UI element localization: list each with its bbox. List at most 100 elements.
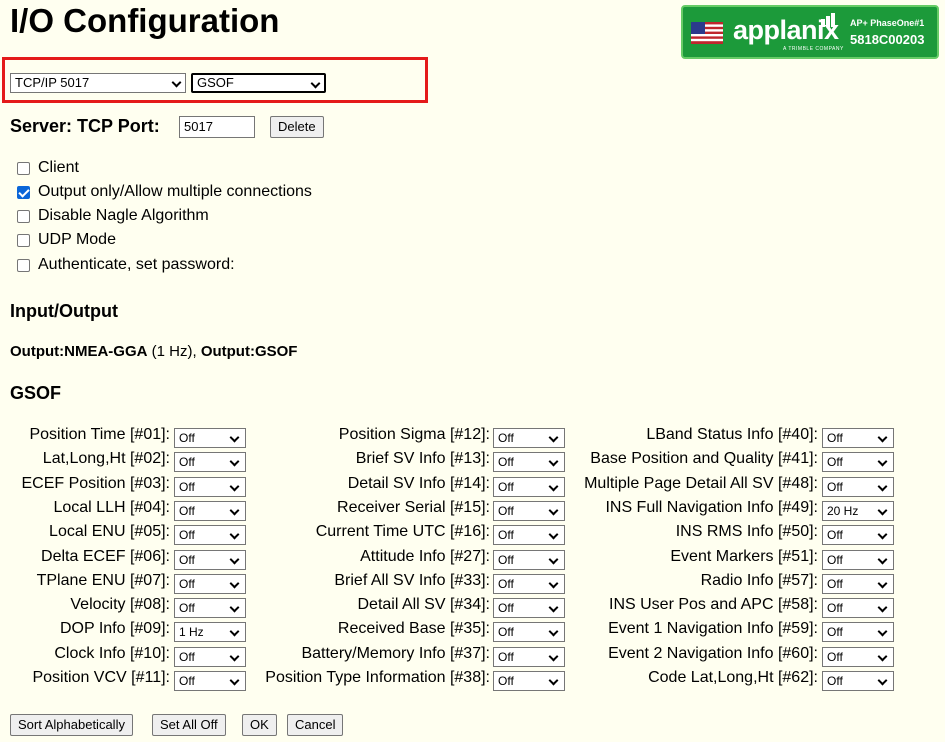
gsof-rate-select[interactable]: Off xyxy=(174,598,246,618)
gsof-rate-select[interactable]: Off xyxy=(822,647,894,667)
gsof-field-label: Base Position and Quality [#41]: xyxy=(590,450,818,467)
disable-nagle-checkbox[interactable] xyxy=(17,209,30,223)
udp-mode-checkbox[interactable] xyxy=(17,233,30,247)
option-authenticate[interactable]: Authenticate, set password: xyxy=(17,256,235,274)
option-label: Output only/Allow multiple connections xyxy=(38,183,312,200)
gsof-field-label: Event 1 Navigation Info [#59]: xyxy=(608,620,818,637)
brand-tagline: A TRIMBLE COMPANY xyxy=(783,46,844,52)
option-client[interactable]: Client xyxy=(17,159,79,177)
gsof-rate-select[interactable]: Off xyxy=(174,647,246,667)
gsof-rate-select[interactable]: Off xyxy=(822,452,894,472)
authenticate-checkbox[interactable] xyxy=(17,258,30,272)
gsof-rate-select[interactable]: Off xyxy=(822,428,894,448)
option-label: Client xyxy=(38,159,79,176)
gsof-field-label: Radio Info [#57]: xyxy=(700,572,818,589)
gsof-field-label: Event Markers [#51]: xyxy=(670,548,818,565)
gsof-rate-select[interactable]: Off xyxy=(493,574,565,594)
device-serial: 5818C00203 xyxy=(850,32,925,47)
gsof-rate-select[interactable]: Off xyxy=(822,477,894,497)
gsof-field-label: Brief SV Info [#13]: xyxy=(355,450,490,467)
gsof-rate-select[interactable]: 20 Hz xyxy=(822,501,894,521)
option-label: Disable Nagle Algorithm xyxy=(38,207,209,224)
gsof-field-label: INS Full Navigation Info [#49]: xyxy=(605,499,818,516)
gsof-rate-select[interactable]: Off xyxy=(822,622,894,642)
gsof-rate-select[interactable]: Off xyxy=(822,574,894,594)
gsof-field-label: Attitude Info [#27]: xyxy=(360,548,490,565)
gsof-field-label: DOP Info [#09]: xyxy=(60,620,170,637)
port-select[interactable]: TCP/IP 5017 xyxy=(10,73,186,93)
server-port-label: Server: TCP Port: xyxy=(10,116,160,136)
gsof-field-label: Delta ECEF [#06]: xyxy=(41,548,170,565)
gsof-field-label: Position Time [#01]: xyxy=(29,426,170,443)
protocol-select[interactable]: GSOF xyxy=(191,73,326,93)
gsof-field-label: Lat,Long,Ht [#02]: xyxy=(42,450,170,467)
gsof-rate-select[interactable]: Off xyxy=(493,598,565,618)
applanix-logo: applanix A TRIMBLE COMPANY AP+ PhaseOne#… xyxy=(681,5,939,59)
gsof-rate-select[interactable]: Off xyxy=(493,525,565,545)
option-udp-mode[interactable]: UDP Mode xyxy=(17,231,116,249)
gsof-field-label: Local LLH [#04]: xyxy=(53,499,170,516)
gsof-rate-select[interactable]: Off xyxy=(822,550,894,570)
gsof-rate-select[interactable]: Off xyxy=(493,428,565,448)
gsof-field-label: Clock Info [#10]: xyxy=(54,645,170,662)
gsof-rate-select[interactable]: Off xyxy=(174,525,246,545)
gsof-rate-select[interactable]: Off xyxy=(174,501,246,521)
device-model: AP+ PhaseOne#1 xyxy=(850,18,925,28)
cancel-button[interactable]: Cancel xyxy=(287,714,344,736)
output1-name: NMEA-GGA xyxy=(64,343,148,360)
gsof-rate-select[interactable]: Off xyxy=(493,550,565,570)
output-summary: Output:NMEA-GGA (1 Hz), Output:GSOF xyxy=(10,343,297,360)
gsof-field-label: Code Lat,Long,Ht [#62]: xyxy=(648,669,818,686)
output1-label: Output: xyxy=(10,343,65,360)
gsof-rate-select[interactable]: Off xyxy=(174,574,246,594)
gsof-rate-select[interactable]: Off xyxy=(493,622,565,642)
gsof-rate-select[interactable]: Off xyxy=(174,452,246,472)
gsof-field-label: ECEF Position [#03]: xyxy=(21,475,170,492)
gsof-field-label: Local ENU [#05]: xyxy=(49,523,170,540)
gsof-field-label: Detail SV Info [#14]: xyxy=(347,475,490,492)
output1-rate: (1 Hz), xyxy=(147,343,201,360)
client-checkbox[interactable] xyxy=(17,161,30,175)
gsof-field-label: TPlane ENU [#07]: xyxy=(36,572,170,589)
gsof-rate-select[interactable]: Off xyxy=(493,671,565,691)
gsof-field-label: Position Sigma [#12]: xyxy=(338,426,490,443)
gsof-rate-select[interactable]: Off xyxy=(822,598,894,618)
gsof-rate-select[interactable]: Off xyxy=(493,452,565,472)
sort-alphabetically-button[interactable]: Sort Alphabetically xyxy=(10,714,133,736)
option-label: UDP Mode xyxy=(38,231,116,248)
gsof-rate-select[interactable]: Off xyxy=(174,671,246,691)
gsof-field-label: INS RMS Info [#50]: xyxy=(675,523,818,540)
gsof-field-label: Velocity [#08]: xyxy=(70,596,170,613)
option-output-only[interactable]: Output only/Allow multiple connections xyxy=(17,183,312,201)
output-only-checkbox[interactable] xyxy=(17,185,30,199)
gsof-heading: GSOF xyxy=(10,383,62,403)
tcp-port-input[interactable]: 5017 xyxy=(179,116,255,138)
option-disable-nagle[interactable]: Disable Nagle Algorithm xyxy=(17,207,209,225)
page-title: I/O Configuration xyxy=(10,2,280,39)
gsof-field-label: Receiver Serial [#15]: xyxy=(337,499,490,516)
gsof-field-label: Event 2 Navigation Info [#60]: xyxy=(608,645,818,662)
delete-button[interactable]: Delete xyxy=(270,116,324,138)
gsof-field-label: Detail All SV [#34]: xyxy=(357,596,490,613)
output2-name: GSOF xyxy=(254,343,298,360)
gsof-rate-select[interactable]: Off xyxy=(493,477,565,497)
gsof-rate-select[interactable]: Off xyxy=(174,477,246,497)
io-heading: Input/Output xyxy=(10,301,118,321)
gsof-rate-select[interactable]: Off xyxy=(174,550,246,570)
gsof-rate-select[interactable]: Off xyxy=(493,501,565,521)
ok-button[interactable]: OK xyxy=(242,714,277,736)
brand-mark-icon xyxy=(821,13,835,27)
gsof-rate-select[interactable]: Off xyxy=(822,671,894,691)
gsof-field-label: Current Time UTC [#16]: xyxy=(315,523,490,540)
gsof-field-label: INS User Pos and APC [#58]: xyxy=(609,596,818,613)
gsof-rate-select[interactable]: 1 Hz xyxy=(174,622,246,642)
set-all-off-button[interactable]: Set All Off xyxy=(152,714,226,736)
gsof-rate-select[interactable]: Off xyxy=(174,428,246,448)
gsof-field-label: Position VCV [#11]: xyxy=(32,669,170,686)
gsof-field-label: Received Base [#35]: xyxy=(337,620,490,637)
gsof-rate-select[interactable]: Off xyxy=(493,647,565,667)
gsof-field-label: Multiple Page Detail All SV [#48]: xyxy=(584,475,818,492)
gsof-field-label: Brief All SV Info [#33]: xyxy=(334,572,490,589)
gsof-rate-select[interactable]: Off xyxy=(822,525,894,545)
us-flag-icon xyxy=(691,22,723,44)
